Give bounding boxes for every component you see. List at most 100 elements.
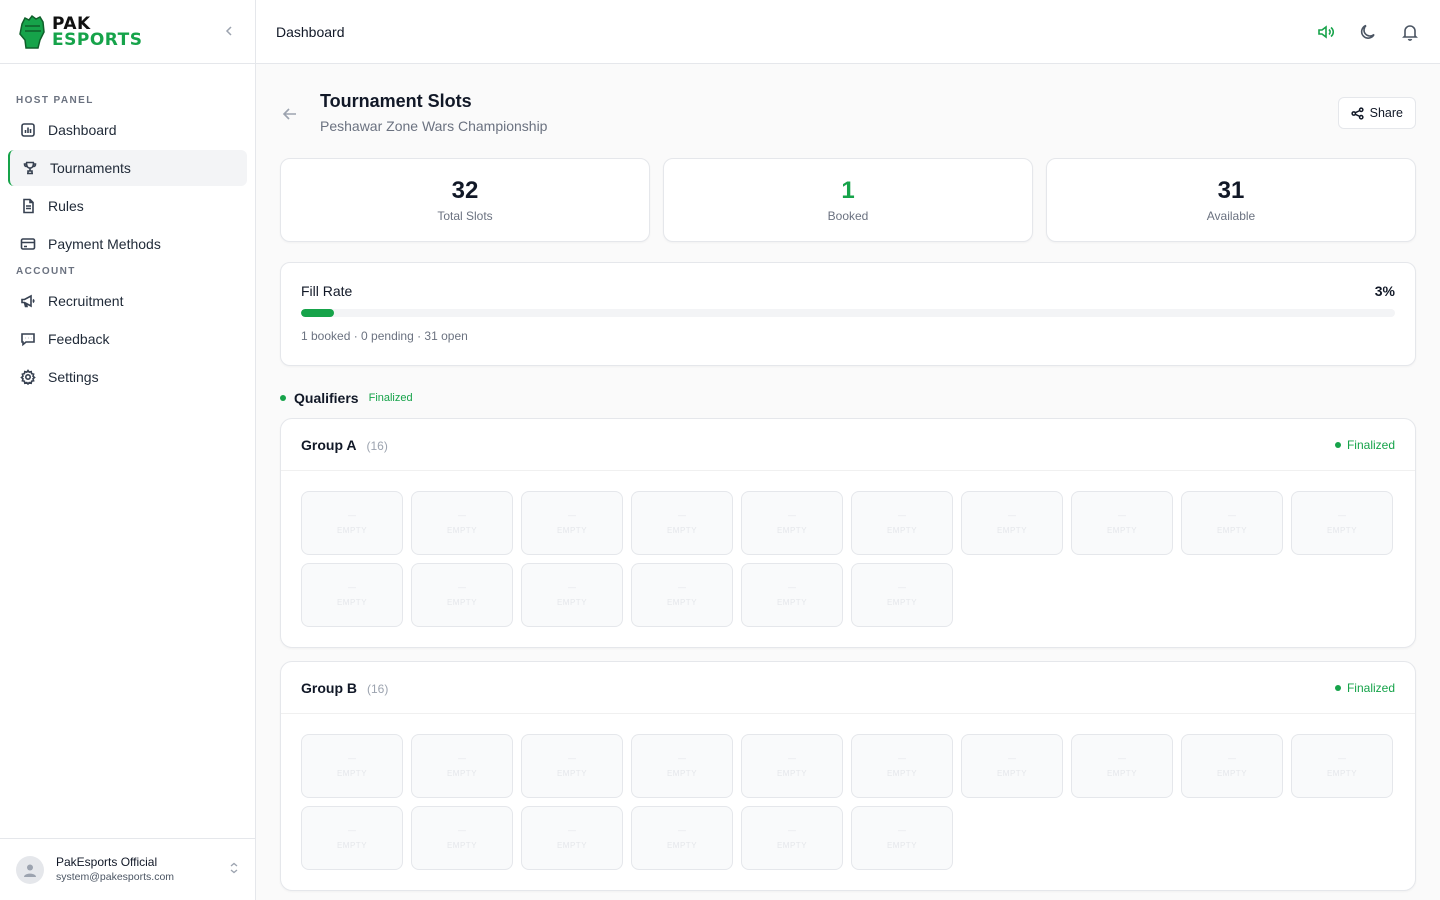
slot-number: — [348,825,356,835]
avatar [16,855,44,884]
slot-grid: — EMPTY — EMPTY — EMPTY — EMPTY — EMPTY — EMPTY — EMP… [281,471,1415,647]
sidebar-item-label: Dashboard [48,122,117,138]
group-status-badge: Finalized [1334,438,1395,452]
stat-label: Total Slots [437,209,493,223]
fill-rate-label: Fill Rate [301,283,353,299]
slot[interactable]: — EMPTY [741,491,843,555]
slot[interactable]: — EMPTY [1291,491,1393,555]
slot[interactable]: — EMPTY [301,563,403,627]
slot[interactable]: — EMPTY [631,734,733,798]
slot-number: — [568,582,576,592]
slot-number: — [458,825,466,835]
sidebar-section-label: ACCOUNT [16,266,76,277]
slot[interactable]: — EMPTY [411,491,513,555]
sidebar-item-payment-methods[interactable]: Payment Methods [8,226,247,262]
page-subtitle: Peshawar Zone Wars Championship [320,118,548,134]
slot[interactable]: — EMPTY [741,734,843,798]
sound-icon[interactable] [1316,22,1336,42]
slot[interactable]: — EMPTY [1181,491,1283,555]
slot[interactable]: — EMPTY [301,491,403,555]
logo[interactable]: PAK ESPORTS [16,14,142,50]
status-dot [1334,684,1341,691]
stage-status-badge: Finalized [368,392,413,404]
slot-number: — [788,510,796,520]
slot-status: EMPTY [996,768,1028,778]
stage-header: Qualifiers Finalized [280,388,1416,408]
stage-name: Qualifiers [294,390,359,406]
group-name: Group B [301,679,357,696]
sidebar-item-tournaments[interactable]: Tournaments [8,150,247,186]
slot-number: — [1228,753,1236,763]
slot[interactable]: — EMPTY [1291,734,1393,798]
slot[interactable]: — EMPTY [851,563,953,627]
bell-icon[interactable] [1400,22,1420,42]
slot[interactable]: — EMPTY [631,806,733,870]
slot-number: — [568,753,576,763]
slot[interactable]: — EMPTY [741,806,843,870]
group-header: Group B (16) Finalized [281,662,1415,714]
slot[interactable]: — EMPTY [411,734,513,798]
slot[interactable]: — EMPTY [961,734,1063,798]
slot[interactable]: — EMPTY [521,563,623,627]
slot-grid: — EMPTY — EMPTY — EMPTY — EMPTY — EMPTY — EMPTY — EMP… [281,714,1415,890]
slot[interactable]: — EMPTY [301,806,403,870]
sidebar: PAK ESPORTS HOST PANEL Dashboard Tournamen… [0,0,256,900]
sidebar-item-feedback[interactable]: Feedback [8,321,247,357]
slot-number: — [1228,510,1236,520]
sidebar-item-settings[interactable]: Settings [8,359,247,395]
slot[interactable]: — EMPTY [741,563,843,627]
slot-number: — [898,825,906,835]
slot-status: EMPTY [996,525,1028,535]
sidebar-item-recruitment[interactable]: Recruitment [8,283,247,319]
collapse-sidebar-icon[interactable] [219,24,239,40]
user-name: PakEsports Official [56,854,158,869]
slot[interactable]: — EMPTY [631,491,733,555]
slot[interactable]: — EMPTY [411,563,513,627]
slot[interactable]: — EMPTY [301,734,403,798]
stat-label: Available [1206,209,1256,223]
share-button[interactable]: Share [1337,97,1416,129]
slot-number: — [458,510,466,520]
group-count: (16) [366,438,388,453]
stat-label: Booked [827,209,869,223]
gear-icon [20,369,36,385]
slot[interactable]: — EMPTY [521,491,623,555]
slot[interactable]: — EMPTY [851,491,953,555]
moon-icon[interactable] [1358,22,1378,42]
sidebar-item-label: Feedback [48,331,110,347]
fill-rate-track [301,309,1395,317]
chart-icon [21,123,35,137]
slot-number: — [788,825,796,835]
slot-status: EMPTY [446,525,478,535]
sidebar-item-dashboard[interactable]: Dashboard [8,112,247,148]
slot-number: — [898,510,906,520]
sidebar-item-label: Tournaments [50,160,131,176]
slot-number: — [348,510,356,520]
sidebar-item-label: Recruitment [48,293,124,309]
slot[interactable]: — EMPTY [631,563,733,627]
sidebar-item-rules[interactable]: Rules [8,188,247,224]
slot[interactable]: — EMPTY [1071,491,1173,555]
back-arrow-icon[interactable] [280,104,300,124]
topbar: Dashboard [256,0,1440,64]
slot[interactable]: — EMPTY [1071,734,1173,798]
sidebar-item-label: Settings [48,369,99,385]
slot-status: EMPTY [336,768,368,778]
group-header: Group A (16) Finalized [281,419,1415,471]
fill-rate-percent: 3% [1374,283,1395,299]
slot[interactable]: — EMPTY [1181,734,1283,798]
slot-status: EMPTY [776,768,808,778]
slot-status: EMPTY [776,597,808,607]
slot-status: EMPTY [1106,525,1138,535]
slot[interactable]: — EMPTY [521,734,623,798]
slot-number: — [568,825,576,835]
slot[interactable]: — EMPTY [521,806,623,870]
slot[interactable]: — EMPTY [961,491,1063,555]
slot[interactable]: — EMPTY [851,806,953,870]
slot[interactable]: — EMPTY [851,734,953,798]
slot-status: EMPTY [336,525,368,535]
user-menu[interactable]: PakEsports Official system@pakesports.co… [0,838,255,900]
fill-rate-card: Fill Rate 3% 1 booked · 0 pending · 31 o… [280,262,1416,366]
trophy-icon [23,161,37,175]
slot[interactable]: — EMPTY [411,806,513,870]
